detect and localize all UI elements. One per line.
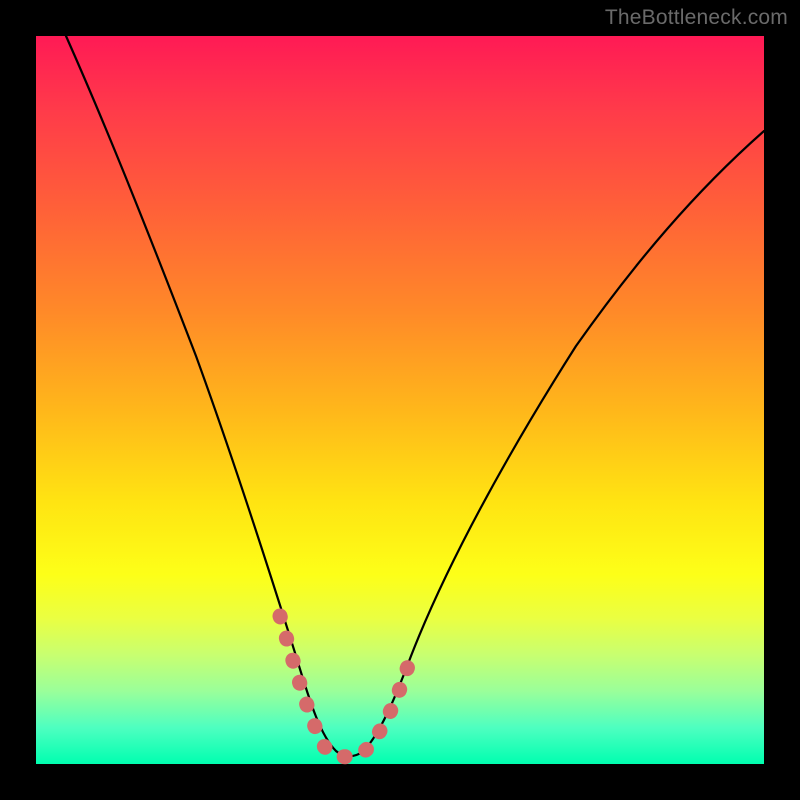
watermark-text: TheBottleneck.com	[605, 6, 788, 30]
plot-area	[36, 36, 764, 764]
chart-svg	[36, 36, 764, 764]
main-curve	[66, 36, 764, 756]
highlight-band	[280, 616, 408, 757]
